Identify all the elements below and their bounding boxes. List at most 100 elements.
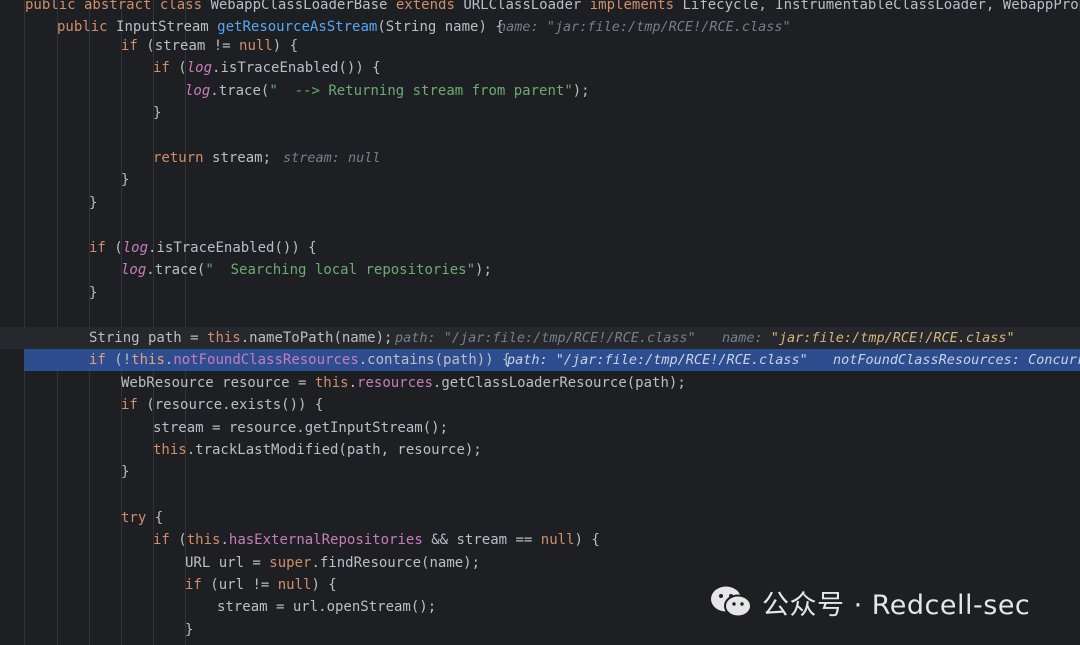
- code-line[interactable]: }: [0, 282, 1080, 304]
- code-text: if (resource.exists()) {: [121, 394, 323, 416]
- code-line[interactable]: try {: [0, 507, 1080, 529]
- code-line[interactable]: }: [0, 192, 1080, 214]
- code-text: if (stream != null) {: [121, 35, 298, 57]
- code-text: stream = resource.getInputStream();: [153, 417, 448, 439]
- code-token: extends: [395, 0, 464, 13]
- code-text: if (log.isTraceEnabled()) {: [153, 57, 381, 79]
- code-token: return: [153, 150, 213, 166]
- code-line[interactable]: return stream; stream: null: [0, 147, 1080, 169]
- code-token: if: [89, 240, 115, 256]
- code-line[interactable]: }: [0, 102, 1080, 124]
- watermark-text: 公众号 · Redcell-sec: [762, 589, 1031, 621]
- code-token: ) {: [574, 532, 600, 548]
- code-line[interactable]: log.trace(" Searching local repositories…: [0, 259, 1080, 281]
- code-token: .nameToPath(name);: [240, 330, 393, 346]
- code-token: log: [122, 240, 149, 256]
- code-text: if (log.isTraceEnabled()) {: [89, 237, 317, 259]
- code-token: }: [121, 464, 130, 480]
- hint-value: "jar:file:/tmp/RCE!/RCE.class": [770, 330, 1015, 346]
- code-token: if: [121, 397, 147, 413]
- code-token: InputStream: [116, 19, 218, 35]
- code-token: hasExternalRepositories: [228, 532, 423, 548]
- code-token: try: [121, 510, 155, 526]
- code-line[interactable]: }: [0, 461, 1080, 483]
- code-text: }: [121, 169, 129, 191]
- code-token: " --> Returning stream from parent": [269, 83, 573, 99]
- code-line[interactable]: }: [0, 169, 1080, 191]
- code-text: if (!this.notFoundClassResources.contain…: [89, 349, 510, 371]
- code-line[interactable]: if (log.isTraceEnabled()) {: [0, 237, 1080, 259]
- code-token: resources: [357, 375, 433, 391]
- code-token: String path =: [89, 330, 208, 346]
- code-token: null: [277, 577, 312, 593]
- hint-label: path: "/jar:file:/tmp/RCE!/RCE.class": [395, 330, 696, 346]
- code-token: .trace(: [210, 83, 270, 99]
- code-text: if (url != null) {: [185, 574, 337, 596]
- code-token: {: [154, 510, 164, 526]
- code-token: null: [540, 532, 575, 548]
- code-text: WebResource resource = this.resources.ge…: [121, 372, 686, 394]
- code-line[interactable]: [0, 124, 1080, 146]
- code-token: .: [348, 375, 358, 391]
- code-line[interactable]: stream = resource.getInputStream();: [0, 417, 1080, 439]
- code-token: .contains(path)) {: [358, 352, 511, 368]
- code-line[interactable]: }: [0, 619, 1080, 641]
- code-token: super: [269, 555, 312, 571]
- code-line[interactable]: log.trace(" --> Returning stream from pa…: [0, 80, 1080, 102]
- hint-label: stream: null: [283, 150, 381, 166]
- inline-value-hint: stream: null: [283, 147, 381, 169]
- code-token: .isTraceEnabled()) {: [148, 240, 317, 256]
- code-line[interactable]: [0, 304, 1080, 326]
- code-token: this: [131, 352, 165, 368]
- code-text: }: [153, 102, 161, 124]
- code-text: return stream;: [153, 147, 271, 169]
- code-token: this: [314, 375, 349, 391]
- code-text: }: [89, 282, 97, 304]
- code-line[interactable]: WebResource resource = this.resources.ge…: [0, 372, 1080, 394]
- code-token: this: [207, 330, 241, 346]
- code-line[interactable]: if (resource.exists()) {: [0, 394, 1080, 416]
- code-token: );: [572, 83, 590, 99]
- code-line-highlighted[interactable]: if (!this.notFoundClassResources.contain…: [24, 349, 1080, 371]
- code-token: log: [185, 83, 211, 99]
- hint-label: name: "jar:file:/tmp/RCE!/RCE.class": [498, 19, 791, 35]
- code-text: URL url = super.findResource(name);: [185, 552, 480, 574]
- code-line[interactable]: URL url = super.findResource(name);: [0, 552, 1080, 574]
- code-line[interactable]: this.trackLastModified(path, resource);: [0, 439, 1080, 461]
- code-token: log: [121, 262, 147, 278]
- code-editor[interactable]: public abstract class WebappClassLoaderB…: [0, 0, 1080, 645]
- code-text: this.trackLastModified(path, resource);: [153, 439, 482, 461]
- code-token: public abstract class: [25, 0, 211, 13]
- code-token: }: [89, 195, 98, 211]
- hint-label: path: "/jar:file:/tmp/RCE!/RCE.class": [507, 352, 808, 368]
- wechat-icon: [711, 586, 752, 618]
- inline-value-hint: name: "jar:file:/tmp/RCE!/RCE.class": [722, 327, 1015, 349]
- code-token: ) {: [311, 577, 337, 593]
- code-token: .trackLastModified(path, resource);: [186, 442, 482, 458]
- code-token: .: [220, 532, 229, 548]
- code-token: if: [153, 60, 179, 76]
- code-line[interactable]: if (this.hasExternalRepositories && stre…: [0, 529, 1080, 551]
- code-token: this: [153, 442, 187, 458]
- code-line[interactable]: [0, 484, 1080, 506]
- code-line[interactable]: public abstract class WebappClassLoaderB…: [0, 0, 1080, 16]
- code-line[interactable]: if (stream != null) {: [0, 35, 1080, 57]
- code-text: }: [121, 461, 129, 483]
- inline-value-hint: path: "/jar:file:/tmp/RCE!/RCE.class": [507, 349, 808, 371]
- code-line[interactable]: if (log.isTraceEnabled()) {: [0, 57, 1080, 79]
- code-line[interactable]: String path = this.nameToPath(name); path…: [0, 327, 1080, 349]
- code-text: log.trace(" Searching local repositories…: [121, 259, 492, 281]
- code-text: }: [89, 192, 97, 214]
- code-line[interactable]: [0, 214, 1080, 236]
- code-token: WebappClassLoaderBase: [210, 0, 396, 13]
- code-token: (resource.exists()) {: [146, 397, 324, 413]
- code-token: ) {: [272, 38, 299, 54]
- hint-label: name:: [722, 330, 771, 346]
- code-token: this: [186, 532, 221, 548]
- code-token: }: [89, 285, 98, 301]
- code-token: notFoundClassResources: [173, 352, 359, 368]
- code-token: getResourceAsStream: [217, 19, 378, 35]
- code-text: stream = url.openStream();: [217, 596, 436, 618]
- code-token: .trace(: [146, 262, 206, 278]
- hint-label: notFoundClassResources: Concurr: [833, 352, 1080, 368]
